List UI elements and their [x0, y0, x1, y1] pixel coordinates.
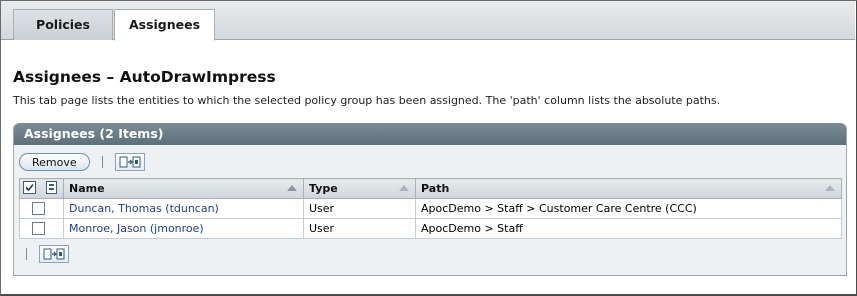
- assignee-type: User: [303, 218, 416, 239]
- selection-header: [19, 178, 64, 199]
- page-help-text: This tab page lists the entities to whic…: [13, 94, 721, 107]
- select-all-icon[interactable]: [23, 180, 36, 197]
- move-columns-icon[interactable]: [114, 153, 145, 171]
- row-checkbox[interactable]: [32, 202, 45, 216]
- remove-button[interactable]: Remove: [19, 153, 90, 171]
- toolbar-separator: [101, 156, 103, 168]
- sort-ascending-icon[interactable]: [399, 185, 409, 191]
- sort-ascending-icon[interactable]: [287, 185, 297, 191]
- table-footer-toolbar: [26, 245, 69, 263]
- toolbar-separator: [26, 248, 27, 260]
- sort-ascending-icon[interactable]: [825, 185, 835, 191]
- row-checkbox[interactable]: [32, 222, 45, 236]
- assignee-link[interactable]: Monroe, Jason (jmonroe): [69, 222, 204, 235]
- deselect-all-icon[interactable]: [45, 180, 57, 197]
- column-header-type[interactable]: Type: [303, 178, 416, 199]
- tab-assignees[interactable]: Assignees: [114, 9, 215, 41]
- assignee-path: ApocDemo > Staff: [415, 218, 842, 239]
- assignees-table-panel: Assignees (2 Items) Remove Name Type Pat…: [13, 123, 847, 276]
- assignee-link[interactable]: Duncan, Thomas (tduncan): [69, 202, 219, 215]
- column-header-path[interactable]: Path: [415, 178, 842, 199]
- tab-bar: Policies Assignees: [1, 1, 855, 41]
- column-name-label: Name: [69, 182, 105, 195]
- table-title: Assignees (2 Items): [14, 123, 846, 145]
- page-title: Assignees – AutoDrawImpress: [13, 68, 276, 86]
- move-columns-icon[interactable]: [39, 245, 69, 263]
- table-row: Duncan, Thomas (tduncan) User ApocDemo >…: [19, 198, 842, 219]
- tab-policies[interactable]: Policies: [13, 9, 113, 40]
- column-type-label: Type: [309, 182, 338, 195]
- assignee-type: User: [303, 198, 416, 219]
- assignee-path: ApocDemo > Staff > Customer Care Centre …: [415, 198, 842, 219]
- table-header-row: Name Type Path: [19, 178, 842, 199]
- column-header-name[interactable]: Name: [63, 178, 304, 199]
- table-row: Monroe, Jason (jmonroe) User ApocDemo > …: [19, 218, 842, 239]
- column-path-label: Path: [421, 182, 450, 195]
- assignees-table: Name Type Path Duncan, Thomas (tduncan) …: [19, 178, 842, 239]
- table-toolbar: Remove: [19, 151, 145, 173]
